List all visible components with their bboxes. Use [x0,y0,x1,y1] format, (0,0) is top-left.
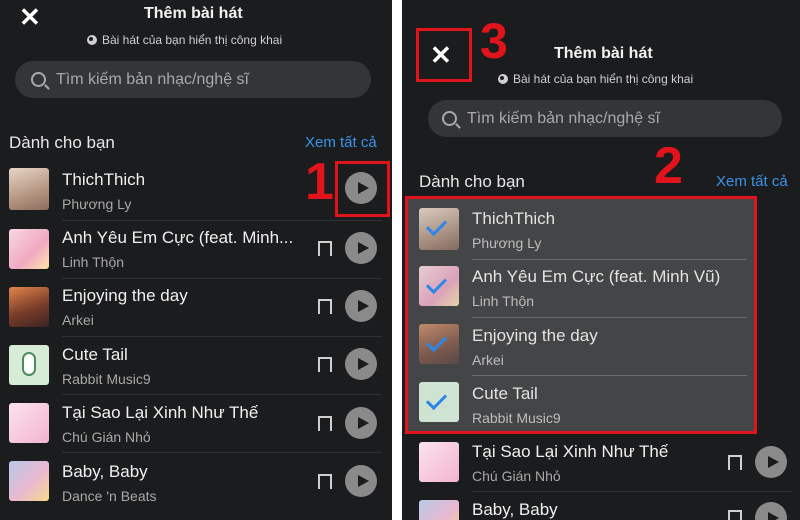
song-title: Baby, Baby [472,500,558,519]
page-title: Thêm bài hát [554,45,653,62]
album-art [9,461,49,501]
song-artist: Phương Ly [62,196,132,212]
album-art [419,500,459,520]
search-placeholder: Tìm kiếm bản nhạc/nghệ sĩ [467,109,660,127]
play-button[interactable] [345,407,377,439]
divider [472,491,792,492]
rabbit-icon [22,352,36,376]
song-title: Enjoying the day [62,286,188,305]
divider [62,278,382,279]
song-title: Cute Tail [62,345,128,364]
search-input[interactable]: Tìm kiếm bản nhạc/nghệ sĩ [15,61,371,98]
play-button[interactable] [345,232,377,264]
play-button[interactable] [755,446,787,478]
album-art [419,442,459,482]
annotation-box [416,28,472,82]
bookmark-icon[interactable] [318,474,332,493]
section-title: Dành cho bạn [9,133,115,152]
search-icon [442,111,457,126]
annotation-number: 2 [654,137,683,195]
song-title: Tại Sao Lại Xinh Như Thế [62,403,259,422]
bookmark-icon[interactable] [318,299,332,318]
album-art [9,345,49,385]
annotation-box [405,196,757,434]
close-icon[interactable]: ✕ [19,4,41,30]
divider [62,394,382,395]
album-art [9,168,49,210]
search-input[interactable]: Tìm kiếm bản nhạc/nghệ sĩ [428,100,782,137]
play-button[interactable] [345,465,377,497]
section-title: Dành cho bạn [419,172,525,191]
song-artist: Chú Gián Nhỏ [472,468,561,484]
song-title: ThichThich [62,170,146,189]
visibility-note: Bài hát của bạn hiển thị công khai [87,33,282,47]
bookmark-icon[interactable] [728,455,742,474]
album-art [9,403,49,443]
search-placeholder: Tìm kiếm bản nhạc/nghệ sĩ [56,70,249,88]
globe-icon [498,74,508,84]
visibility-note: Bài hát của bạn hiển thị công khai [498,72,693,86]
see-all-link[interactable]: Xem tất cả [716,173,788,190]
bookmark-icon[interactable] [318,416,332,435]
annotation-number: 1 [305,153,334,211]
left-panel: ✕ Thêm bài hát Bài hát của bạn hiển thị … [0,0,392,520]
play-button[interactable] [345,290,377,322]
song-title: Anh Yêu Em Cực (feat. Minh... [62,228,294,247]
song-artist: Chú Gián Nhỏ [62,429,151,445]
song-artist: Arkei [62,312,94,328]
right-panel: ✕ 3 Thêm bài hát Bài hát của bạn hiển th… [402,0,800,520]
song-artist: Dance 'n Beats [62,488,157,504]
song-artist: Linh Thộn [62,254,125,270]
song-artist: Rabbit Music9 [62,371,151,387]
album-art [9,229,49,269]
bookmark-icon[interactable] [318,241,332,260]
play-button[interactable] [345,348,377,380]
play-button[interactable] [755,502,787,520]
page-title: Thêm bài hát [144,5,243,22]
visibility-note-text: Bài hát của bạn hiển thị công khai [513,72,694,86]
song-title: Tại Sao Lại Xinh Như Thế [472,442,669,461]
globe-icon [87,35,97,45]
visibility-note-text: Bài hát của bạn hiển thị công khai [102,33,283,47]
annotation-box [335,161,390,217]
bookmark-icon[interactable] [728,510,742,520]
divider [62,220,382,221]
see-all-link[interactable]: Xem tất cả [305,134,377,151]
bookmark-icon[interactable] [318,357,332,376]
divider [62,452,382,453]
divider [62,336,382,337]
album-art [9,287,49,327]
song-title: Baby, Baby [62,462,148,481]
annotation-number: 3 [480,13,508,69]
search-icon [31,72,46,87]
